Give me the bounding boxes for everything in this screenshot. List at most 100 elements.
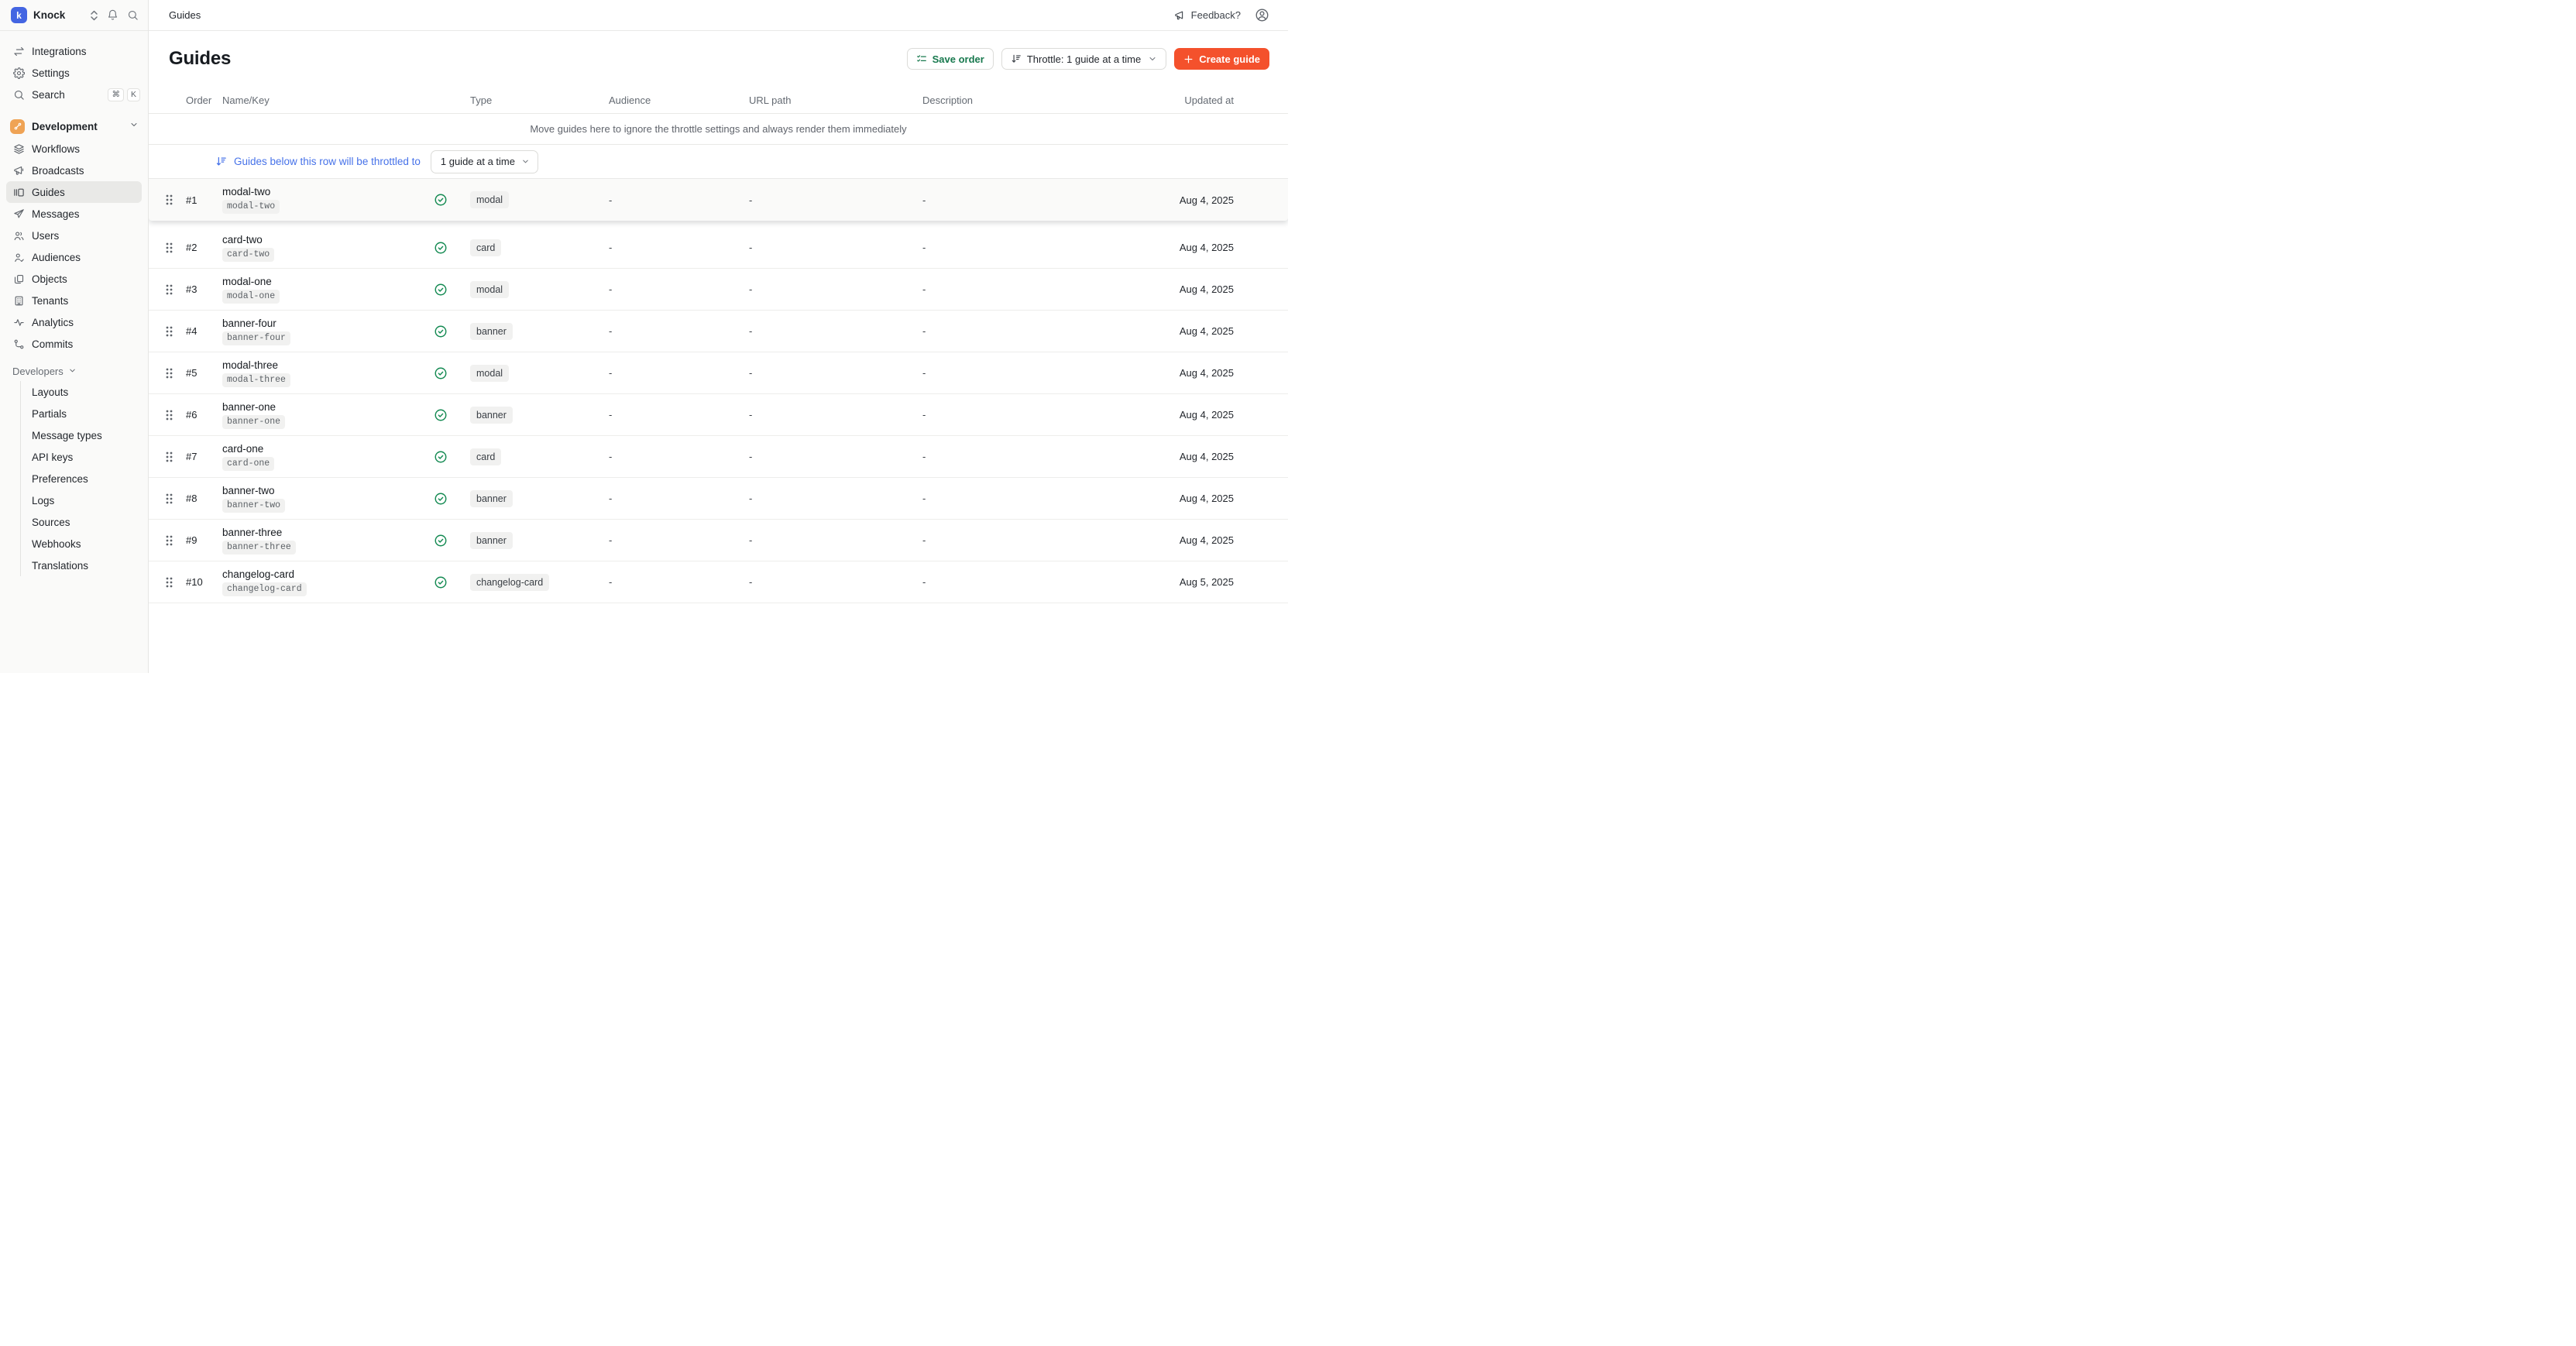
guide-name[interactable]: modal-one	[222, 276, 272, 287]
row-order: #6	[186, 409, 222, 421]
guide-name[interactable]: banner-three	[222, 527, 282, 538]
gear-icon	[12, 67, 25, 79]
drag-handle-icon[interactable]	[166, 194, 186, 205]
table-row[interactable]: #6 banner-one banner-one banner - - - Au…	[149, 394, 1288, 436]
sidebar-item-search[interactable]: Search ⌘ K	[0, 84, 148, 105]
sort-descending-icon	[215, 156, 227, 167]
drag-handle-icon[interactable]	[166, 535, 186, 546]
guide-name[interactable]: banner-two	[222, 485, 275, 496]
guide-name[interactable]: card-two	[222, 234, 263, 246]
table-row[interactable]: #1 modal-two modal-two modal - - - Aug 4…	[149, 179, 1288, 221]
guide-type-chip: modal	[470, 191, 509, 208]
environment-nav-list: Workflows Broadcasts Guides Messages Use…	[0, 138, 148, 355]
workflows-icon	[12, 143, 25, 155]
sidebar-subitem-translations[interactable]: Translations	[21, 555, 148, 576]
row-audience: -	[609, 367, 749, 379]
workspace-select-icon[interactable]	[90, 10, 98, 21]
audiences-icon	[12, 252, 25, 263]
row-url-path: -	[749, 409, 922, 421]
sidebar-subitem-api-keys[interactable]: API keys	[21, 446, 148, 468]
kbd-k: K	[127, 88, 140, 101]
row-description: -	[922, 576, 1149, 588]
app-window: k Knock Integrations	[0, 0, 1288, 673]
guide-key-chip: banner-three	[222, 541, 296, 555]
row-description: -	[922, 367, 1149, 379]
sidebar-subitem-layouts[interactable]: Layouts	[21, 381, 148, 403]
table-row[interactable]: #8 banner-two banner-two banner - - - Au…	[149, 478, 1288, 520]
drag-handle-icon[interactable]	[166, 326, 186, 337]
drag-handle-icon[interactable]	[166, 284, 186, 295]
sidebar-item-broadcasts[interactable]: Broadcasts	[0, 160, 148, 181]
workspace-switcher[interactable]: k Knock	[0, 0, 148, 31]
objects-icon	[12, 273, 25, 285]
table-row[interactable]: #10 changelog-card changelog-card change…	[149, 561, 1288, 603]
throttle-count-select[interactable]: 1 guide at a time	[431, 150, 538, 173]
guide-name[interactable]: changelog-card	[222, 568, 294, 580]
sidebar-subitem-message-types[interactable]: Message types	[21, 424, 148, 446]
drag-handle-icon[interactable]	[166, 452, 186, 462]
drag-handle-icon[interactable]	[166, 493, 186, 504]
throttle-divider-link[interactable]: Guides below this row will be throttled …	[234, 156, 421, 167]
row-order: #3	[186, 283, 222, 295]
guide-name[interactable]: card-one	[222, 443, 263, 455]
row-audience: -	[609, 194, 749, 206]
save-order-button[interactable]: Save order	[907, 48, 994, 70]
sidebar-item-analytics[interactable]: Analytics	[0, 311, 148, 333]
checklist-icon	[916, 53, 927, 64]
table-row[interactable]: #5 modal-three modal-three modal - - - A…	[149, 352, 1288, 394]
sidebar-item-messages[interactable]: Messages	[0, 203, 148, 225]
throttle-dropdown-button[interactable]: Throttle: 1 guide at a time	[1001, 48, 1166, 70]
user-avatar-icon[interactable]	[1255, 8, 1269, 22]
breadcrumb: Guides	[169, 9, 201, 21]
knock-logo: k	[11, 7, 27, 23]
table-row[interactable]: #2 card-two card-two card - - - Aug 4, 2…	[149, 227, 1288, 269]
broadcasts-icon	[12, 165, 25, 177]
row-updated-at: Aug 4, 2025	[1149, 242, 1234, 253]
drag-handle-icon[interactable]	[166, 242, 186, 253]
row-updated-at: Aug 5, 2025	[1149, 576, 1234, 588]
sidebar-subitem-preferences[interactable]: Preferences	[21, 468, 148, 489]
sidebar-item-audiences[interactable]: Audiences	[0, 246, 148, 268]
sidebar-item-users[interactable]: Users	[0, 225, 148, 246]
sidebar-item-settings[interactable]: Settings	[0, 62, 148, 84]
search-icon[interactable]	[127, 9, 139, 21]
sidebar-item-workflows[interactable]: Workflows	[0, 138, 148, 160]
table-row[interactable]: #9 banner-three banner-three banner - - …	[149, 520, 1288, 561]
drag-handle-icon[interactable]	[166, 410, 186, 421]
row-order: #8	[186, 493, 222, 504]
row-updated-at: Aug 4, 2025	[1149, 367, 1234, 379]
status-active-check-icon	[434, 283, 470, 297]
sidebar-subitem-sources[interactable]: Sources	[21, 511, 148, 533]
table-row[interactable]: #4 banner-four banner-four banner - - - …	[149, 311, 1288, 352]
notifications-bell-icon[interactable]	[107, 9, 118, 21]
sidebar-subitem-logs[interactable]: Logs	[21, 489, 148, 511]
table-row[interactable]: #7 card-one card-one card - - - Aug 4, 2…	[149, 436, 1288, 478]
guide-name[interactable]: banner-four	[222, 318, 276, 329]
table-row[interactable]: #3 modal-one modal-one modal - - - Aug 4…	[149, 269, 1288, 311]
sidebar-item-integrations[interactable]: Integrations	[0, 40, 148, 62]
guide-name[interactable]: modal-three	[222, 359, 278, 371]
sidebar-subitem-partials[interactable]: Partials	[21, 403, 148, 424]
page-header: Guides Save order Throttle: 1 guide at a…	[149, 31, 1288, 87]
status-active-check-icon	[434, 450, 470, 464]
sidebar-item-tenants[interactable]: Tenants	[0, 290, 148, 311]
page-title: Guides	[169, 48, 231, 70]
row-description: -	[922, 409, 1149, 421]
environment-switcher[interactable]: Development	[0, 115, 148, 138]
row-description: -	[922, 451, 1149, 462]
ignore-throttle-dropzone[interactable]: Move guides here to ignore the throttle …	[149, 114, 1288, 145]
guide-name[interactable]: banner-one	[222, 401, 276, 413]
sidebar-item-objects[interactable]: Objects	[0, 268, 148, 290]
row-url-path: -	[749, 367, 922, 379]
sidebar-subitem-webhooks[interactable]: Webhooks	[21, 533, 148, 555]
drag-handle-icon[interactable]	[166, 577, 186, 588]
guide-name[interactable]: modal-two	[222, 186, 270, 197]
create-guide-button[interactable]: Create guide	[1174, 48, 1269, 70]
feedback-button[interactable]: Feedback?	[1174, 9, 1241, 21]
sidebar-nav: Integrations Settings Search ⌘ K	[0, 31, 148, 673]
sidebar-item-commits[interactable]: Commits	[0, 333, 148, 355]
developers-section-toggle[interactable]: Developers	[0, 361, 148, 381]
sidebar-item-guides[interactable]: Guides	[6, 181, 142, 203]
row-updated-at: Aug 4, 2025	[1149, 194, 1234, 206]
drag-handle-icon[interactable]	[166, 368, 186, 379]
